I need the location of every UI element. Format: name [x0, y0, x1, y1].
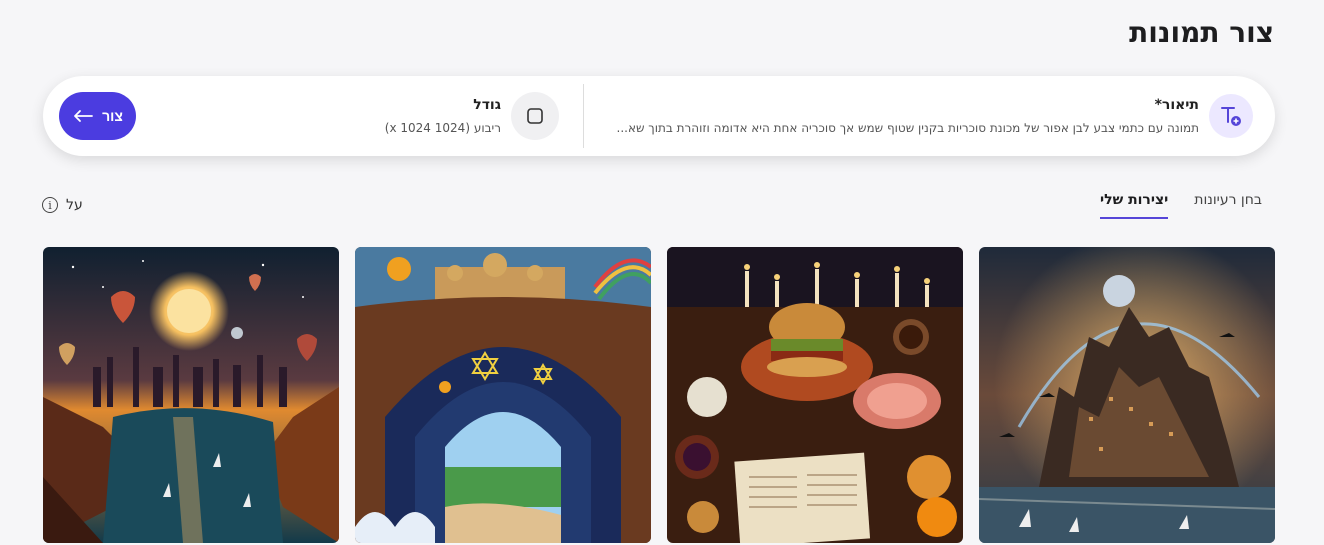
- square-icon: [527, 108, 543, 124]
- about-button[interactable]: על i: [42, 197, 83, 213]
- size-label: גודל: [473, 97, 501, 113]
- size-button[interactable]: [511, 92, 559, 140]
- tab-explore-ideas[interactable]: בחן רעיונות: [1194, 192, 1262, 219]
- gallery-image-arch-art[interactable]: [355, 247, 651, 543]
- prompt-bar: תיאור* תמונה עם כתמי צבע לבן אפור של מכו…: [43, 76, 1275, 156]
- about-label: על: [66, 197, 83, 213]
- gallery-image-fantasy-city[interactable]: [979, 247, 1275, 543]
- tab-my-creations[interactable]: יצירות שלי: [1099, 192, 1169, 219]
- description-label: תיאור*: [1154, 97, 1199, 113]
- arrow-left-icon: [74, 110, 93, 122]
- tabs: בחן רעיונות יצירות שלי: [1099, 192, 1262, 219]
- create-button-label: צור: [102, 108, 123, 124]
- gallery-image-night-city[interactable]: [43, 247, 339, 543]
- size-value: ריבוע (1024 x 1024): [384, 121, 501, 135]
- page-title: צור תמונות: [1129, 16, 1274, 49]
- create-button[interactable]: צור: [59, 92, 136, 140]
- text-add-icon[interactable]: [1209, 94, 1253, 138]
- divider: [583, 84, 584, 148]
- gallery-image-food-table[interactable]: [667, 247, 963, 543]
- info-icon: i: [42, 197, 58, 213]
- description-input[interactable]: תמונה עם כתמי צבע לבן אפור של מכונת סוכר…: [609, 121, 1200, 135]
